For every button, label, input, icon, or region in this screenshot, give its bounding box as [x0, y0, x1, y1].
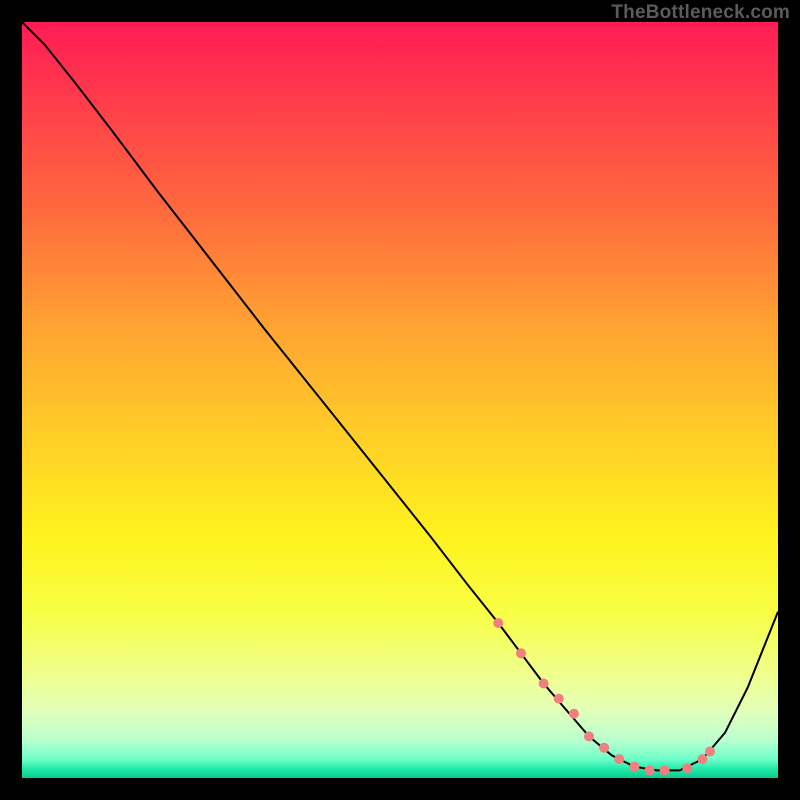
curve-dot: [554, 694, 564, 704]
curve-dot: [539, 679, 549, 689]
curve-dot: [584, 731, 594, 741]
curve-overlay: [22, 22, 778, 778]
curve-dot: [697, 754, 707, 764]
attribution-text: TheBottleneck.com: [611, 2, 790, 24]
curve-dot: [569, 709, 579, 719]
curve-dot: [682, 763, 692, 773]
curve-dots: [493, 618, 715, 775]
bottleneck-curve: [22, 22, 778, 770]
curve-dot: [660, 765, 670, 775]
curve-dot: [614, 754, 624, 764]
chart-container: TheBottleneck.com: [0, 0, 800, 800]
curve-dot: [705, 747, 715, 757]
curve-dot: [516, 648, 526, 658]
curve-dot: [599, 743, 609, 753]
curve-dot: [493, 618, 503, 628]
curve-dot: [629, 762, 639, 772]
curve-dot: [645, 765, 655, 775]
